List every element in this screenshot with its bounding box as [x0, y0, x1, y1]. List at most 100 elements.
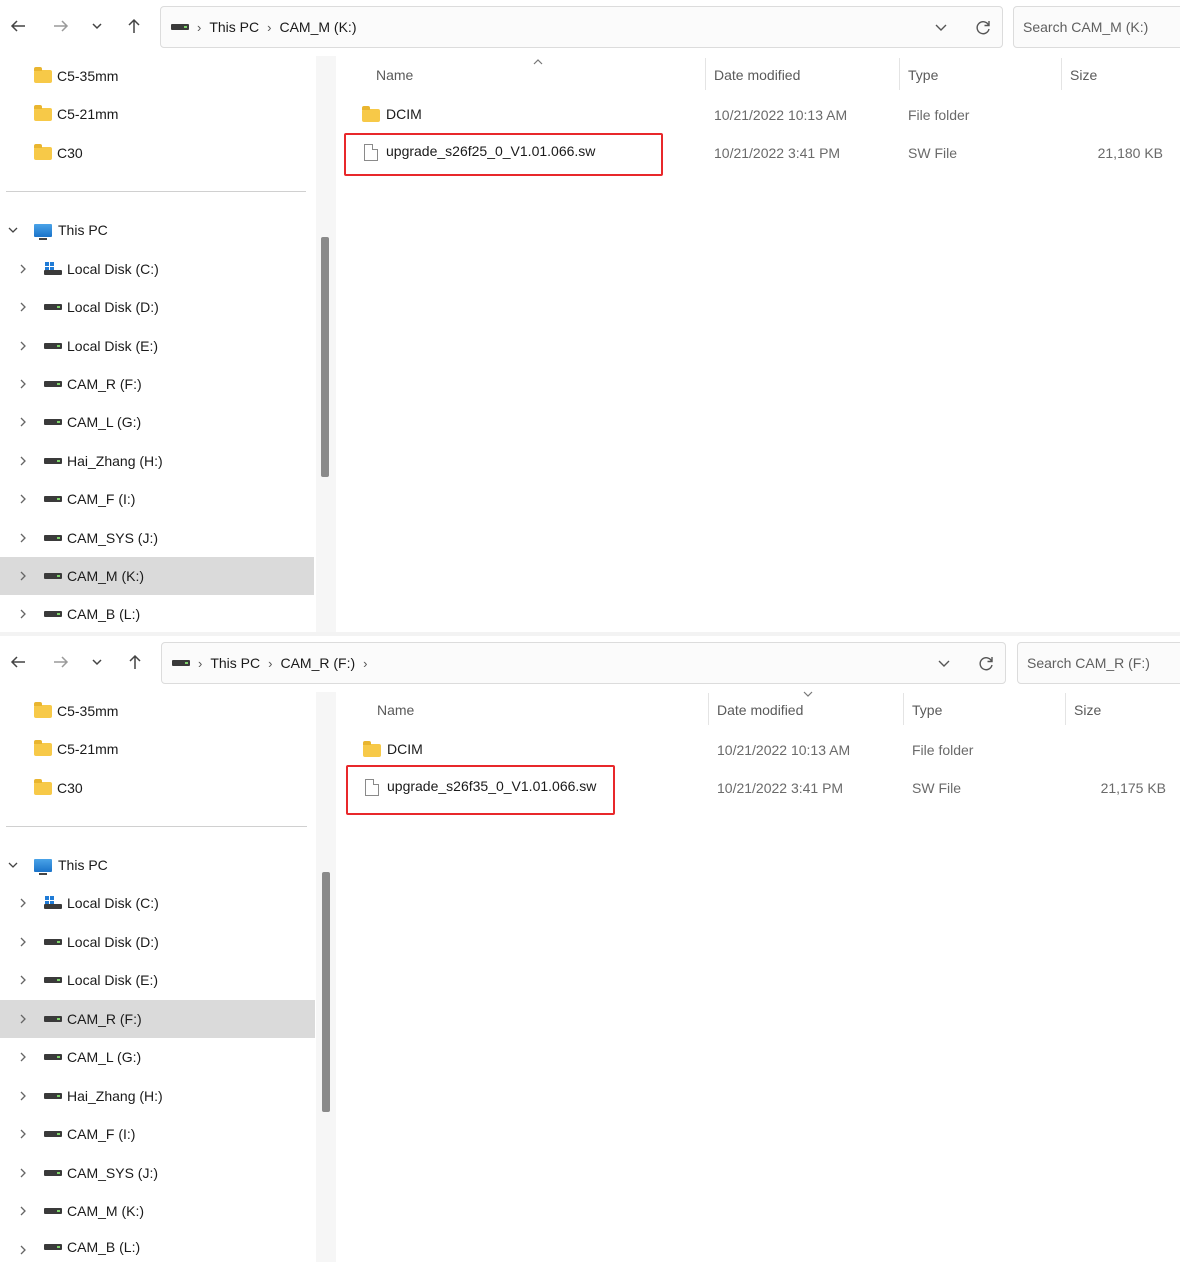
breadcrumb-separator[interactable]: ›	[363, 656, 367, 671]
chevron-right-icon[interactable]	[16, 339, 30, 353]
chevron-right-icon[interactable]	[16, 1204, 30, 1218]
recent-locations-button[interactable]	[85, 650, 109, 674]
sidebar-item-this-pc[interactable]: This PC	[0, 211, 314, 249]
breadcrumb-current-drive[interactable]: CAM_R (F:)	[280, 655, 355, 671]
chevron-right-icon[interactable]	[16, 973, 30, 987]
sidebar-item-label: CAM_R (F:)	[67, 376, 142, 392]
sidebar-item-cam-sys[interactable]: CAM_SYS (J:)	[0, 519, 314, 557]
chevron-down-icon[interactable]	[6, 223, 20, 237]
sidebar-item-cam-r[interactable]: CAM_R (F:)	[0, 1000, 315, 1038]
sidebar-item-local-disk-c[interactable]: Local Disk (C:)	[0, 884, 314, 922]
chevron-right-icon[interactable]	[16, 896, 30, 910]
navigation-scrollbar[interactable]	[316, 692, 336, 1262]
search-placeholder: Search CAM_R (F:)	[1027, 655, 1150, 671]
breadcrumb-this-pc[interactable]: This PC	[210, 655, 260, 671]
chevron-down-icon[interactable]	[932, 19, 950, 37]
navigation-scrollbar[interactable]	[316, 56, 336, 632]
chevron-right-icon[interactable]	[16, 377, 30, 391]
sidebar-item-this-pc[interactable]: This PC	[0, 846, 314, 884]
refresh-icon[interactable]	[973, 18, 993, 38]
breadcrumb-current-drive[interactable]: CAM_M (K:)	[279, 19, 356, 35]
chevron-right-icon[interactable]	[16, 607, 30, 621]
column-header-size[interactable]: Size	[1070, 67, 1097, 83]
sidebar-item-cam-b[interactable]: CAM_B (L:)	[0, 595, 314, 632]
chevron-right-icon[interactable]	[16, 1127, 30, 1141]
sidebar-item-cam-l[interactable]: CAM_L (G:)	[0, 403, 314, 441]
forward-button[interactable]	[49, 650, 73, 674]
scrollbar-thumb[interactable]	[321, 237, 329, 477]
sidebar-item-cam-m[interactable]: CAM_M (K:)	[0, 1192, 314, 1230]
sidebar-item-cam-r[interactable]: CAM_R (F:)	[0, 365, 314, 403]
up-button[interactable]	[122, 14, 146, 38]
sidebar-item-cam-l[interactable]: CAM_L (G:)	[0, 1038, 314, 1076]
search-input[interactable]: Search CAM_R (F:)	[1017, 642, 1180, 684]
chevron-right-icon[interactable]	[16, 454, 30, 468]
refresh-icon[interactable]	[976, 654, 996, 674]
chevron-right-icon[interactable]	[16, 1050, 30, 1064]
chevron-down-icon[interactable]	[6, 858, 20, 872]
sidebar-item-local-disk-c[interactable]: Local Disk (C:)	[0, 250, 314, 288]
column-separator[interactable]	[705, 58, 706, 90]
sidebar-item-c5-35mm[interactable]: C5-35mm	[0, 57, 314, 95]
sidebar-item-label: C5-35mm	[57, 703, 119, 719]
chevron-down-icon[interactable]	[935, 655, 953, 673]
column-separator[interactable]	[1061, 58, 1062, 90]
column-separator[interactable]	[903, 693, 904, 725]
sort-descending-icon	[803, 691, 813, 697]
sidebar-item-cam-m[interactable]: CAM_M (K:)	[0, 557, 314, 595]
scrollbar-thumb[interactable]	[322, 872, 330, 1112]
sidebar-item-c30[interactable]: C30	[0, 134, 314, 172]
chevron-right-icon[interactable]	[16, 300, 30, 314]
sidebar-item-cam-b[interactable]: CAM_B (L:)	[0, 1231, 314, 1262]
highlight-box	[346, 765, 615, 815]
sidebar-item-c30[interactable]: C30	[0, 769, 314, 807]
chevron-right-icon[interactable]	[16, 1089, 30, 1103]
arrow-left-icon	[10, 20, 25, 32]
breadcrumb-separator: ›	[197, 19, 202, 35]
sidebar-item-local-disk-d[interactable]: Local Disk (D:)	[0, 923, 314, 961]
forward-button[interactable]	[49, 14, 73, 38]
column-header-size[interactable]: Size	[1074, 702, 1101, 718]
sidebar-item-label: CAM_L (G:)	[67, 1049, 142, 1065]
sidebar-item-local-disk-e[interactable]: Local Disk (E:)	[0, 327, 314, 365]
sidebar-item-cam-f[interactable]: CAM_F (I:)	[0, 1115, 314, 1153]
sidebar-item-c5-35mm[interactable]: C5-35mm	[0, 692, 314, 730]
column-separator[interactable]	[1065, 693, 1066, 725]
column-header-name[interactable]: Name	[376, 67, 413, 83]
sidebar-item-hai-zhang[interactable]: Hai_Zhang (H:)	[0, 1077, 314, 1115]
sidebar-item-c5-21mm[interactable]: C5-21mm	[0, 730, 314, 768]
column-separator[interactable]	[899, 58, 900, 90]
chevron-right-icon[interactable]	[16, 1166, 30, 1180]
breadcrumb-this-pc[interactable]: This PC	[209, 19, 259, 35]
column-header-type[interactable]: Type	[912, 702, 942, 718]
drive-icon	[44, 1208, 62, 1214]
address-bar[interactable]: › This PC › CAM_R (F:) ›	[161, 642, 1006, 684]
chevron-right-icon[interactable]	[16, 569, 30, 583]
address-bar[interactable]: › This PC › CAM_M (K:)	[160, 6, 1003, 48]
table-row[interactable]: DCIM 10/21/2022 10:13 AM File folder	[337, 731, 1180, 769]
column-header-name[interactable]: Name	[377, 702, 414, 718]
recent-locations-button[interactable]	[85, 14, 109, 38]
chevron-right-icon[interactable]	[16, 262, 30, 276]
back-button[interactable]	[6, 14, 30, 38]
column-separator[interactable]	[708, 693, 709, 725]
chevron-right-icon[interactable]	[16, 415, 30, 429]
table-row[interactable]: DCIM 10/21/2022 10:13 AM File folder	[336, 96, 1180, 134]
sidebar-item-cam-f[interactable]: CAM_F (I:)	[0, 480, 314, 518]
sidebar-item-local-disk-e[interactable]: Local Disk (E:)	[0, 961, 314, 999]
chevron-right-icon[interactable]	[16, 1243, 30, 1257]
search-input[interactable]: Search CAM_M (K:)	[1013, 6, 1180, 48]
column-header-type[interactable]: Type	[908, 67, 938, 83]
column-header-date-modified[interactable]: Date modified	[714, 67, 800, 83]
back-button[interactable]	[6, 650, 30, 674]
sidebar-item-cam-sys[interactable]: CAM_SYS (J:)	[0, 1154, 314, 1192]
column-header-date-modified[interactable]: Date modified	[717, 702, 803, 718]
chevron-right-icon[interactable]	[16, 935, 30, 949]
up-button[interactable]	[123, 650, 147, 674]
sidebar-item-c5-21mm[interactable]: C5-21mm	[0, 95, 314, 133]
sidebar-item-local-disk-d[interactable]: Local Disk (D:)	[0, 288, 314, 326]
chevron-right-icon[interactable]	[16, 492, 30, 506]
chevron-right-icon[interactable]	[16, 531, 30, 545]
sidebar-item-hai-zhang[interactable]: Hai_Zhang (H:)	[0, 442, 314, 480]
chevron-right-icon[interactable]	[16, 1012, 30, 1026]
